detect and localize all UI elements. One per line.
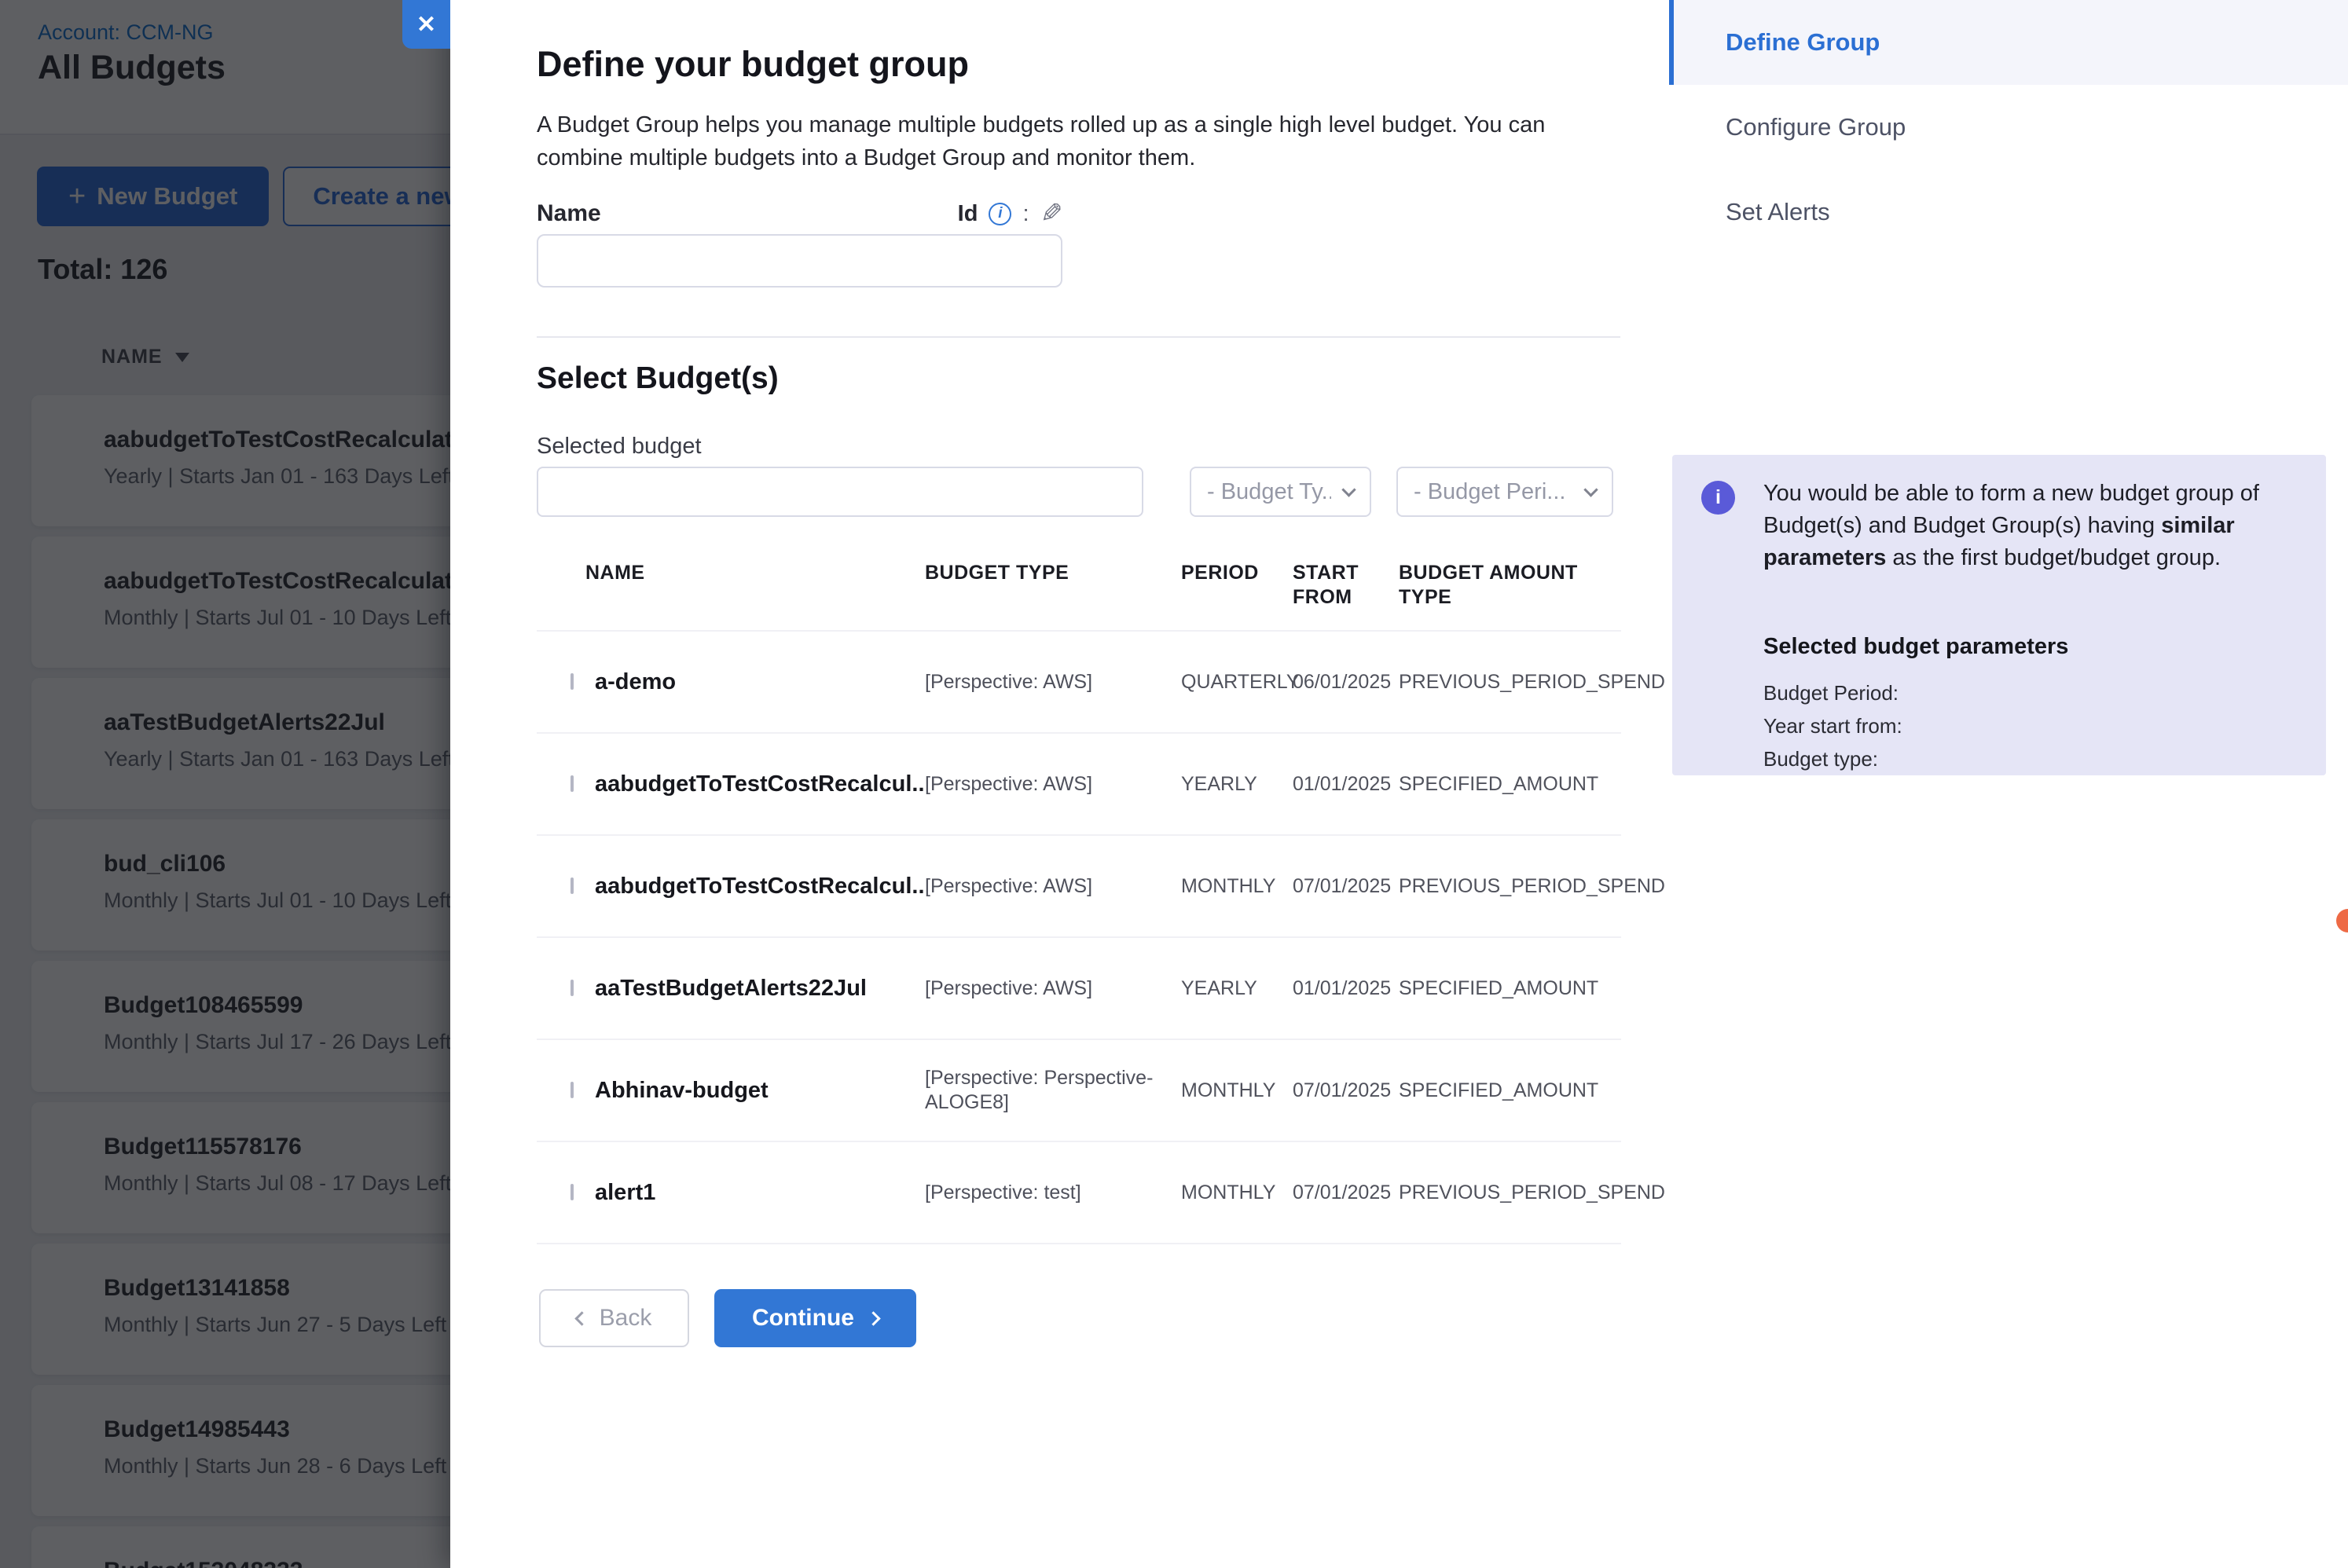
- step-configure-group[interactable]: Configure Group: [1669, 85, 2348, 170]
- chevron-down-icon: [1341, 482, 1356, 496]
- row-checkbox[interactable]: [570, 980, 574, 996]
- table-row[interactable]: alert1 [Perspective: test] MONTHLY 07/01…: [537, 1142, 1621, 1244]
- col-header-amount: BUDGET AMOUNT TYPE: [1399, 561, 1621, 610]
- id-info-icon[interactable]: i: [989, 203, 1011, 225]
- continue-button[interactable]: Continue: [714, 1289, 916, 1347]
- table-row[interactable]: Abhinav-budget [Perspective: Perspective…: [537, 1040, 1621, 1142]
- close-icon: ✕: [416, 11, 436, 38]
- col-header-start: START FROM: [1293, 561, 1399, 610]
- param-budget-type: Budget type:: [1763, 747, 1878, 771]
- table-row[interactable]: aabudgetToTestCostRecalcul... [Perspecti…: [537, 734, 1621, 836]
- chevron-down-icon: [1583, 482, 1598, 496]
- group-name-input[interactable]: [537, 234, 1062, 288]
- chevron-left-icon: [574, 1311, 589, 1325]
- table-row[interactable]: aabudgetToTestCostRecalcul... [Perspecti…: [537, 836, 1621, 938]
- row-checkbox[interactable]: [570, 673, 574, 690]
- budget-group-drawer: ✕ Define your budget group A Budget Grou…: [450, 0, 2348, 1568]
- close-button[interactable]: ✕: [402, 0, 450, 49]
- modal-scrim[interactable]: [0, 0, 450, 1568]
- budget-period-select[interactable]: - Budget Peri...: [1396, 467, 1613, 517]
- wizard-rail: Define Group Configure Group Set Alerts …: [1669, 0, 2348, 1568]
- selected-budget-parameters-heading: Selected budget parameters: [1763, 634, 2068, 660]
- col-header-type: BUDGET TYPE: [925, 561, 1181, 585]
- selected-budget-label: Selected budget: [537, 434, 702, 460]
- row-checkbox[interactable]: [570, 775, 574, 792]
- col-header-name: NAME: [585, 561, 925, 585]
- param-budget-period: Budget Period:: [1763, 681, 1899, 705]
- step-set-alerts[interactable]: Set Alerts: [1669, 170, 2348, 255]
- all-budgets-page: Account: CCM-NG All Budgets + New Budget…: [0, 0, 450, 1568]
- id-colon: :: [1022, 201, 1029, 227]
- back-button[interactable]: Back: [539, 1289, 689, 1347]
- row-checkbox[interactable]: [570, 877, 574, 894]
- budget-table: NAME BUDGET TYPE PERIOD START FROM BUDGE…: [537, 550, 1621, 1244]
- chevron-right-icon: [866, 1311, 880, 1325]
- info-text: You would be able to form a new budget g…: [1763, 478, 2282, 574]
- budget-search-input[interactable]: [537, 467, 1143, 517]
- section-divider: [537, 336, 1620, 338]
- drawer-title: Define your budget group: [537, 44, 969, 85]
- step-define-group[interactable]: Define Group: [1669, 0, 2348, 85]
- id-label: Id: [958, 201, 978, 227]
- budget-type-select[interactable]: - Budget Ty...: [1190, 467, 1371, 517]
- table-row[interactable]: a-demo [Perspective: AWS] QUARTERLY 06/0…: [537, 632, 1621, 734]
- info-panel: i You would be able to form a new budget…: [1672, 455, 2326, 775]
- select-budgets-heading: Select Budget(s): [537, 361, 779, 396]
- info-icon: i: [1701, 481, 1735, 515]
- edit-id-pencil-icon[interactable]: ✎: [1040, 198, 1063, 229]
- row-checkbox[interactable]: [570, 1082, 574, 1098]
- drawer-description: A Budget Group helps you manage multiple…: [537, 108, 1601, 174]
- budget-group-wizard-screen: Account: CCM-NG All Budgets + New Budget…: [0, 0, 2348, 1568]
- row-checkbox[interactable]: [570, 1184, 574, 1200]
- table-row[interactable]: aaTestBudgetAlerts22Jul [Perspective: AW…: [537, 938, 1621, 1040]
- col-header-period: PERIOD: [1181, 561, 1293, 585]
- param-year-start: Year start from:: [1763, 714, 1902, 738]
- name-label: Name: [537, 200, 601, 227]
- name-id-row: Name Id i : ✎: [537, 198, 1062, 229]
- table-header-row: NAME BUDGET TYPE PERIOD START FROM BUDGE…: [537, 550, 1621, 632]
